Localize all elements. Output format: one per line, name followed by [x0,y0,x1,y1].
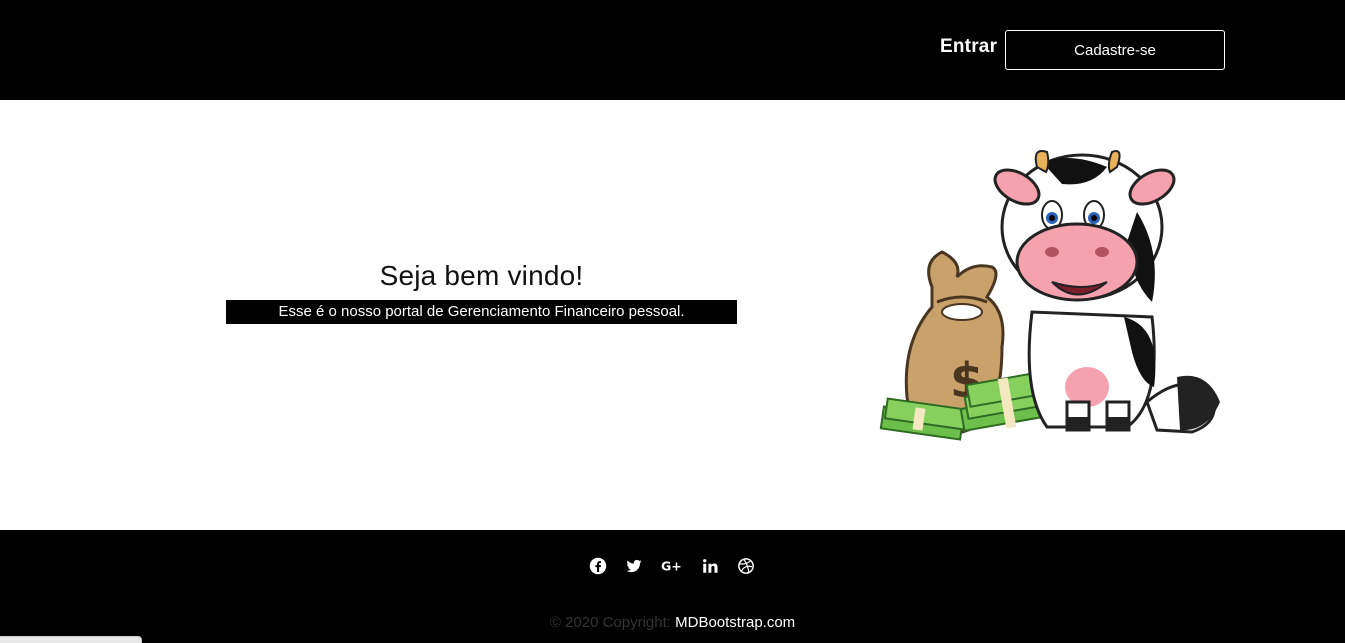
svg-text:G+: G+ [661,559,682,574]
cow-money-illustration: $ [879,150,1220,441]
status-bar-tab [0,636,142,643]
twitter-icon[interactable] [624,556,644,576]
hero-section: Seja bem vindo! Esse é o nosso portal de… [0,100,1345,530]
social-links: G+ [588,556,772,576]
welcome-subtitle: Esse é o nosso portal de Gerenciamento F… [226,300,737,324]
welcome-title: Seja bem vindo! [379,260,584,291]
dribbble-icon[interactable] [736,556,756,576]
top-navbar: Entrar Cadastre-se [0,0,1345,100]
copyright-text: © 2020 Copyright: [549,614,671,631]
signup-button[interactable]: Cadastre-se [1005,30,1225,70]
copyright: © 2020 Copyright: MDBootstrap.com [0,614,1345,631]
linkedin-icon[interactable] [700,556,720,576]
facebook-icon[interactable] [588,556,608,576]
google-plus-icon[interactable]: G+ [660,556,684,576]
footer: G+ © 2020 Copyright: MDBootstrap.com [0,530,1345,643]
login-link[interactable]: Entrar [940,36,997,58]
copyright-link[interactable]: MDBootstrap.com [675,614,795,631]
